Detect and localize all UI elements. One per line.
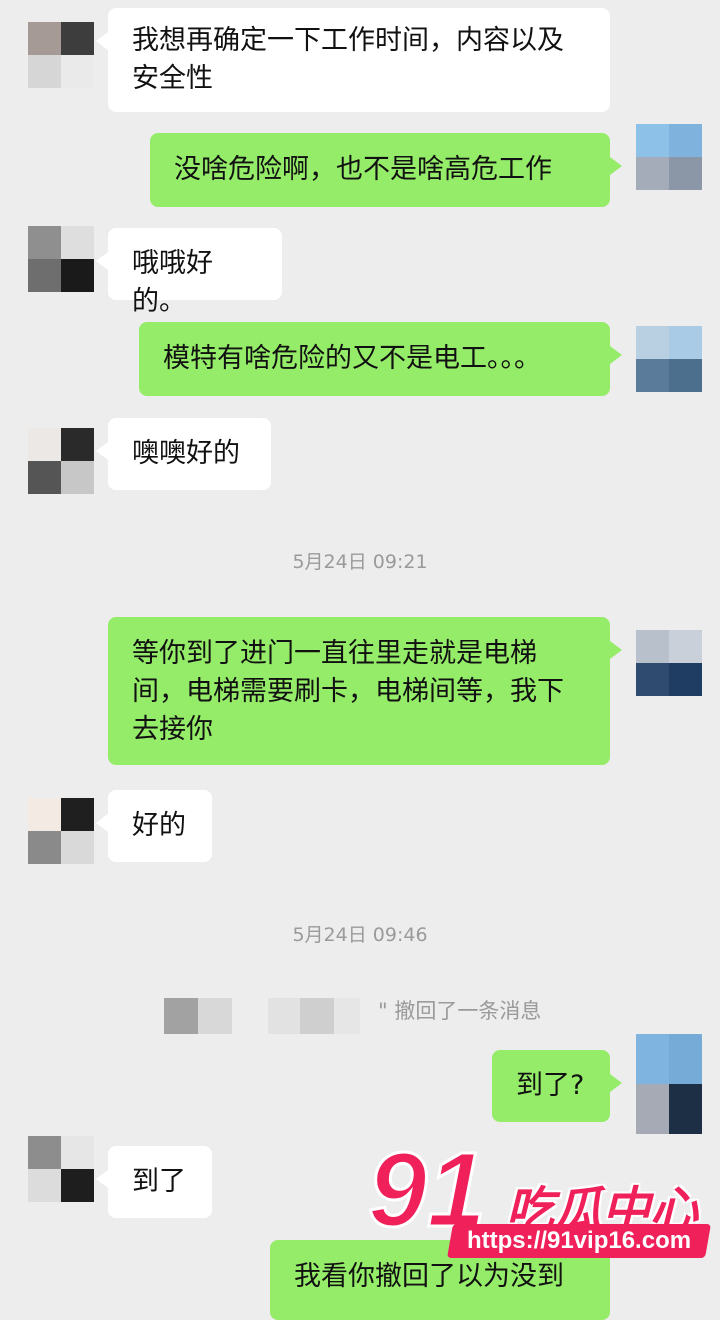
contact-avatar[interactable] <box>28 226 94 292</box>
outgoing-message[interactable]: 没啥危险啊，也不是啥高危工作 <box>150 133 622 207</box>
incoming-message[interactable]: 到了 <box>96 1146 212 1218</box>
contact-avatar[interactable] <box>28 1136 94 1202</box>
timestamp: 5月24日 09:46 <box>292 924 428 946</box>
incoming-message[interactable]: 好的 <box>96 790 212 862</box>
watermark: 91 吃瓜中心 https://91vip16.com <box>367 1128 720 1280</box>
incoming-message[interactable]: 我想再确定一下工作时间，内容以及安全性 <box>96 8 610 112</box>
my-avatar[interactable] <box>636 124 702 190</box>
my-avatar[interactable] <box>636 630 702 696</box>
message-text: 我想再确定一下工作时间，内容以及安全性 <box>132 25 564 94</box>
watermark-url: https://91vip16.com <box>447 1224 711 1258</box>
message-text: 模特有啥危险的又不是电工。。。 <box>163 343 541 374</box>
outgoing-message[interactable]: 模特有啥危险的又不是电工。。。 <box>139 322 622 396</box>
recall-notice: " 撤回了一条消息 <box>378 999 542 1023</box>
message-text: 到了 <box>132 1166 186 1197</box>
outgoing-message[interactable]: 到了? <box>492 1050 622 1122</box>
contact-avatar[interactable] <box>28 798 94 864</box>
contact-avatar[interactable] <box>28 428 94 494</box>
message-text: 到了? <box>516 1070 585 1101</box>
my-avatar[interactable] <box>636 326 702 392</box>
message-text: 等你到了进门一直往里走就是电梯间，电梯需要刷卡，电梯间等，我下去接你 <box>132 638 564 745</box>
contact-avatar[interactable] <box>28 22 94 88</box>
outgoing-message[interactable]: 等你到了进门一直往里走就是电梯间，电梯需要刷卡，电梯间等，我下去接你 <box>108 617 622 765</box>
message-text: 哦哦好的。 <box>132 248 213 317</box>
my-avatar[interactable] <box>636 1034 702 1134</box>
blurred-name <box>164 998 360 1034</box>
message-text: 没啥危险啊，也不是啥高危工作 <box>174 154 552 185</box>
incoming-message[interactable]: 噢噢好的 <box>96 418 271 490</box>
watermark-url-text: https://91vip16.com <box>466 1227 692 1254</box>
message-text: 好的 <box>132 810 186 841</box>
message-text: 噢噢好的 <box>132 438 240 469</box>
timestamp: 5月24日 09:21 <box>292 551 428 573</box>
incoming-message[interactable]: 哦哦好的。 <box>96 228 282 317</box>
